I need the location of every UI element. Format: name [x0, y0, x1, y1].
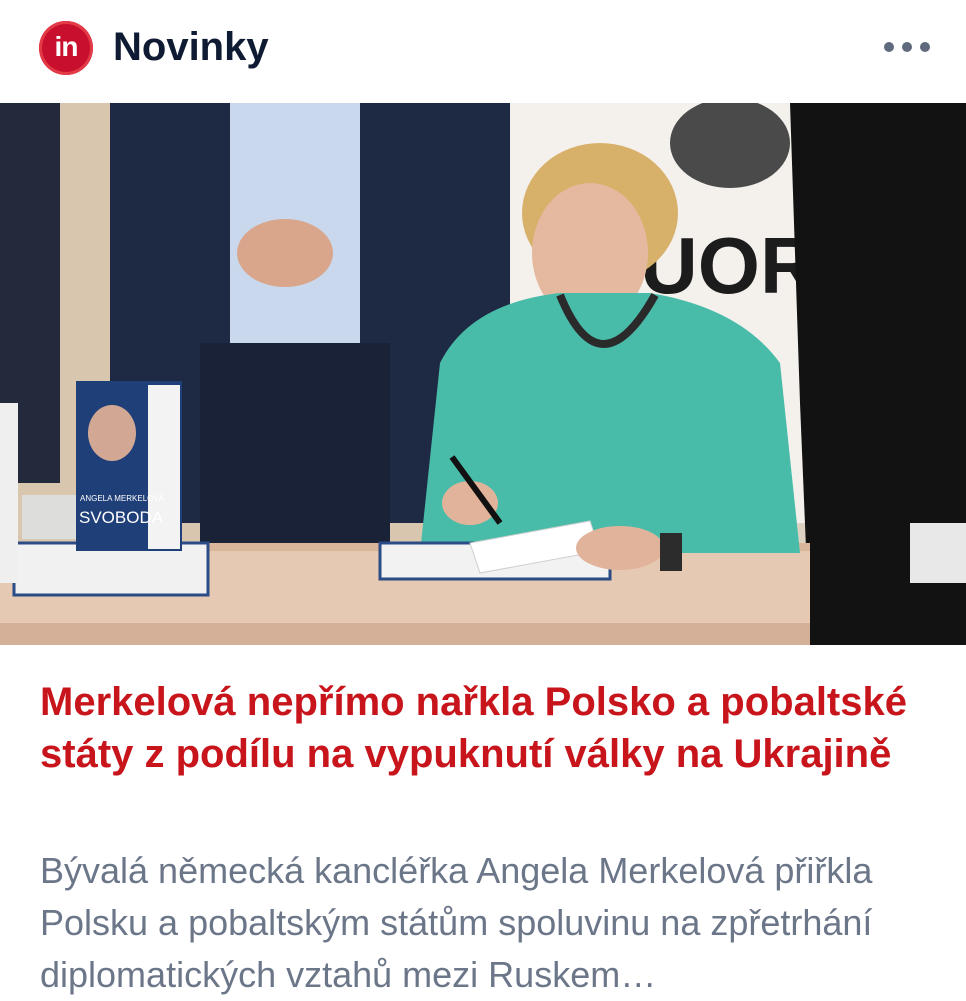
- book-cover-author: ANGELA MERKELOVÁ: [80, 494, 165, 503]
- more-dot: [920, 42, 930, 52]
- more-dot: [884, 42, 894, 52]
- more-horizontal-icon[interactable]: [884, 36, 930, 58]
- article-image[interactable]: UOR ANGELA MERKELOVÁ SVOBODA: [0, 103, 966, 645]
- source-name[interactable]: Novinky: [113, 22, 269, 72]
- more-dot: [902, 42, 912, 52]
- logo-text: in: [54, 31, 79, 62]
- article-summary[interactable]: Bývalá německá kancléřka Angela Merkelov…: [40, 845, 940, 1001]
- feed-card-header: in Novinky: [0, 0, 966, 103]
- book-cover-title: SVOBODA: [79, 508, 164, 527]
- novinky-logo[interactable]: in: [39, 21, 93, 75]
- article-headline[interactable]: Merkelová nepřímo nařkla Polsko a pobalt…: [40, 676, 930, 780]
